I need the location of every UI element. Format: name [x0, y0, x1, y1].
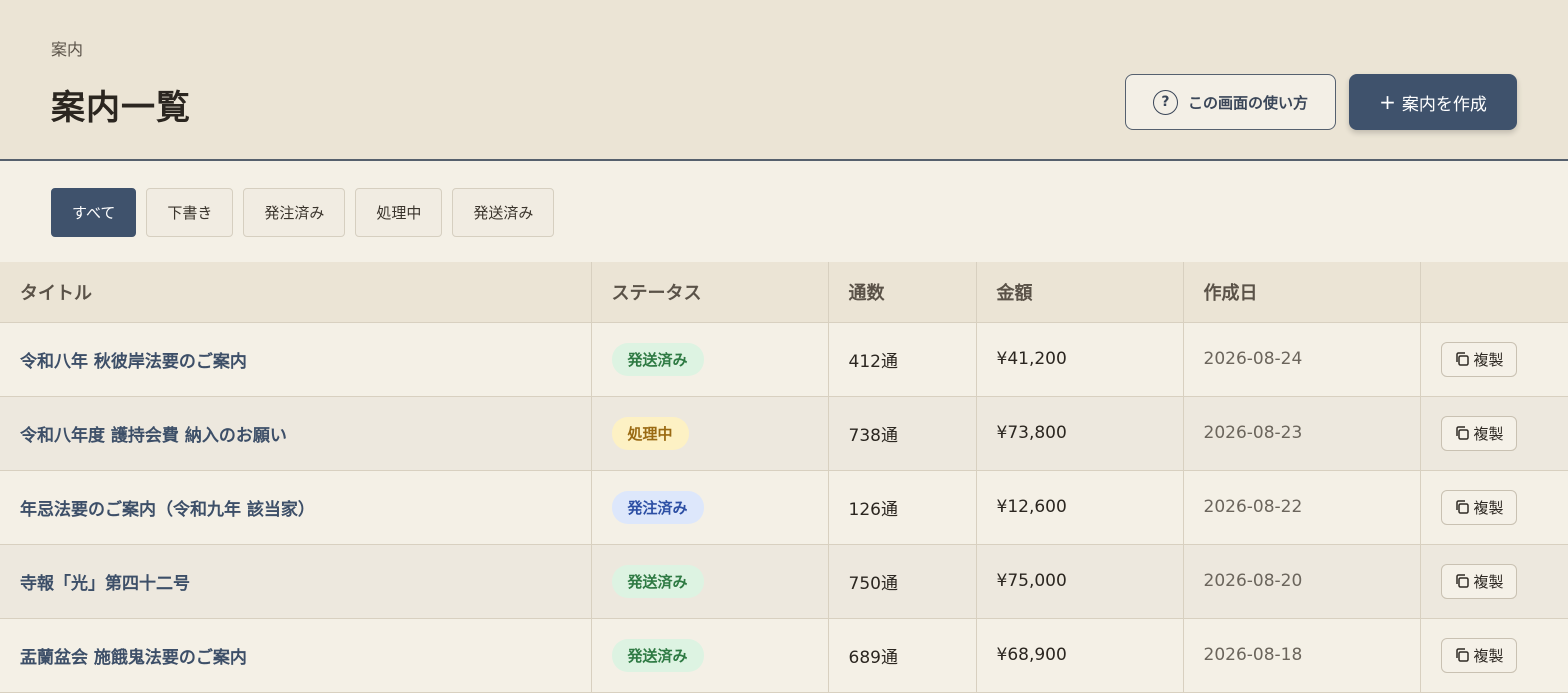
table-header-row: タイトル ステータス 通数 金額 作成日 [0, 262, 1568, 323]
column-header-amount[interactable]: 金額 [976, 262, 1184, 323]
row-status-cell: 発送済み [591, 322, 829, 397]
column-header-date[interactable]: 作成日 [1183, 262, 1421, 323]
filter-tab-draft[interactable]: 下書き [146, 188, 234, 237]
row-count: 126通 [828, 470, 977, 545]
status-badge: 発送済み [611, 638, 704, 672]
question-icon: ? [1152, 89, 1178, 115]
copy-button[interactable]: 複製 [1440, 415, 1517, 451]
row-date: 2026-08-22 [1183, 470, 1421, 545]
row-count: 412通 [828, 322, 977, 397]
plus-icon: + [1379, 90, 1396, 114]
row-status-cell: 処理中 [591, 396, 829, 471]
row-date: 2026-08-23 [1183, 396, 1421, 471]
filter-tabs: すべて 下書き 発注済み 処理中 発送済み [51, 188, 555, 237]
status-badge: 処理中 [611, 416, 689, 450]
status-badge: 発注済み [611, 490, 704, 524]
copy-icon [1455, 574, 1469, 588]
row-amount: ¥68,900 [976, 618, 1184, 693]
copy-icon [1455, 352, 1469, 366]
column-header-count[interactable]: 通数 [828, 262, 977, 323]
row-status-cell: 発送済み [591, 618, 829, 693]
create-button-label: 案内を作成 [1401, 94, 1487, 115]
copy-button-label: 複製 [1473, 350, 1504, 369]
breadcrumb[interactable]: 案内 [51, 36, 83, 60]
status-badge: 発送済み [611, 342, 704, 376]
help-button[interactable]: ? この画面の使い方 [1125, 74, 1336, 130]
copy-button[interactable]: 複製 [1440, 489, 1517, 525]
row-title[interactable]: 令和八年度 護持会費 納入のお願い [0, 396, 592, 471]
table-row[interactable]: 令和八年 秋彼岸法要のご案内 発送済み 412通 ¥41,200 2026-08… [0, 322, 1568, 397]
row-count: 738通 [828, 396, 977, 471]
row-actions: 複製 [1420, 396, 1568, 471]
column-header-actions [1420, 262, 1568, 323]
row-status-cell: 発送済み [591, 544, 829, 619]
copy-button-label: 複製 [1473, 572, 1504, 591]
row-actions: 複製 [1420, 470, 1568, 545]
copy-button-label: 複製 [1473, 498, 1504, 517]
row-amount: ¥75,000 [976, 544, 1184, 619]
copy-button[interactable]: 複製 [1440, 341, 1517, 377]
row-amount: ¥73,800 [976, 396, 1184, 471]
copy-icon [1455, 648, 1469, 662]
filter-tab-shipped[interactable]: 発送済み [452, 188, 555, 237]
page-header: 案内 案内一覧 ? この画面の使い方 + 案内を作成 [0, 0, 1568, 161]
help-button-label: この画面の使い方 [1187, 93, 1308, 112]
copy-icon [1455, 500, 1469, 514]
row-actions: 複製 [1420, 322, 1568, 397]
table-row[interactable]: 盂蘭盆会 施餓鬼法要のご案内 発送済み 689通 ¥68,900 2026-08… [0, 618, 1568, 693]
table-row[interactable]: 寺報「光」第四十二号 発送済み 750通 ¥75,000 2026-08-20 … [0, 544, 1568, 619]
row-title[interactable]: 盂蘭盆会 施餓鬼法要のご案内 [0, 618, 592, 693]
filter-tab-ordered[interactable]: 発注済み [243, 188, 346, 237]
row-actions: 複製 [1420, 544, 1568, 619]
create-notice-button[interactable]: + 案内を作成 [1349, 74, 1517, 130]
filter-tab-processing[interactable]: 処理中 [355, 188, 443, 237]
row-date: 2026-08-18 [1183, 618, 1421, 693]
table-row[interactable]: 令和八年度 護持会費 納入のお願い 処理中 738通 ¥73,800 2026-… [0, 396, 1568, 471]
filter-tab-all[interactable]: すべて [51, 188, 137, 237]
row-count: 750通 [828, 544, 977, 619]
copy-button[interactable]: 複製 [1440, 563, 1517, 599]
row-title[interactable]: 令和八年 秋彼岸法要のご案内 [0, 322, 592, 397]
copy-icon [1455, 426, 1469, 440]
column-header-status[interactable]: ステータス [591, 262, 829, 323]
row-title[interactable]: 年忌法要のご案内（令和九年 該当家） [0, 470, 592, 545]
copy-button[interactable]: 複製 [1440, 637, 1517, 673]
row-amount: ¥12,600 [976, 470, 1184, 545]
row-title[interactable]: 寺報「光」第四十二号 [0, 544, 592, 619]
row-actions: 複製 [1420, 618, 1568, 693]
copy-button-label: 複製 [1473, 424, 1504, 443]
row-date: 2026-08-20 [1183, 544, 1421, 619]
copy-button-label: 複製 [1473, 646, 1504, 665]
status-badge: 発送済み [611, 564, 704, 598]
row-amount: ¥41,200 [976, 322, 1184, 397]
notice-table: タイトル ステータス 通数 金額 作成日 令和八年 秋彼岸法要のご案内 発送済み… [0, 262, 1568, 693]
page-title: 案内一覧 [51, 88, 191, 128]
table-row[interactable]: 年忌法要のご案内（令和九年 該当家） 発注済み 126通 ¥12,600 202… [0, 470, 1568, 545]
row-status-cell: 発注済み [591, 470, 829, 545]
row-date: 2026-08-24 [1183, 322, 1421, 397]
row-count: 689通 [828, 618, 977, 693]
column-header-title[interactable]: タイトル [0, 262, 592, 323]
